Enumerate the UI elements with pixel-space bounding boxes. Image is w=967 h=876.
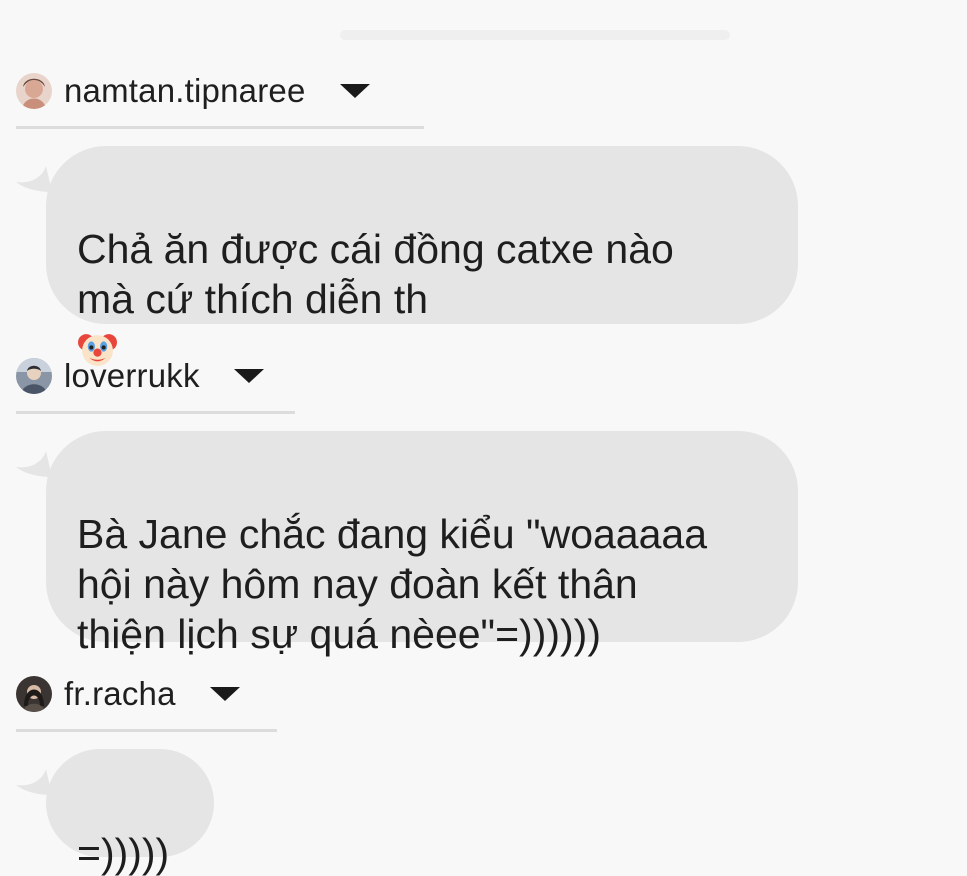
avatar[interactable] (16, 676, 52, 712)
avatar[interactable] (16, 73, 52, 109)
message-text: =))))) (77, 830, 170, 876)
message-text: Bà Jane chắc đang kiểu "woaaaaa hội này … (77, 511, 708, 657)
avatar[interactable] (16, 358, 52, 394)
comment-header[interactable]: fr.racha (16, 674, 240, 714)
divider (16, 729, 277, 732)
caret-down-icon[interactable] (209, 687, 240, 701)
comment-header[interactable]: namtan.tipnaree (16, 71, 370, 111)
message-bubble[interactable]: Bà Jane chắc đang kiểu "woaaaaa hội này … (46, 431, 798, 657)
divider (16, 126, 424, 129)
previous-message-edge (340, 30, 730, 40)
caret-down-icon[interactable] (339, 84, 370, 98)
username[interactable]: namtan.tipnaree (64, 72, 306, 110)
chat-page: namtan.tipnaree Chả ăn được cái đồng cat… (0, 0, 967, 876)
caret-down-icon[interactable] (233, 369, 264, 383)
message-text: Chả ăn được cái đồng catxe nào mà cứ thí… (77, 226, 674, 322)
username[interactable]: loverrukk (64, 357, 200, 395)
divider (16, 411, 295, 414)
username[interactable]: fr.racha (64, 675, 176, 713)
comment-header[interactable]: loverrukk (16, 356, 264, 396)
message-bubble[interactable]: =))))) (46, 749, 214, 876)
message-bubble[interactable]: Chả ăn được cái đồng catxe nào mà cứ thí… (46, 146, 798, 366)
